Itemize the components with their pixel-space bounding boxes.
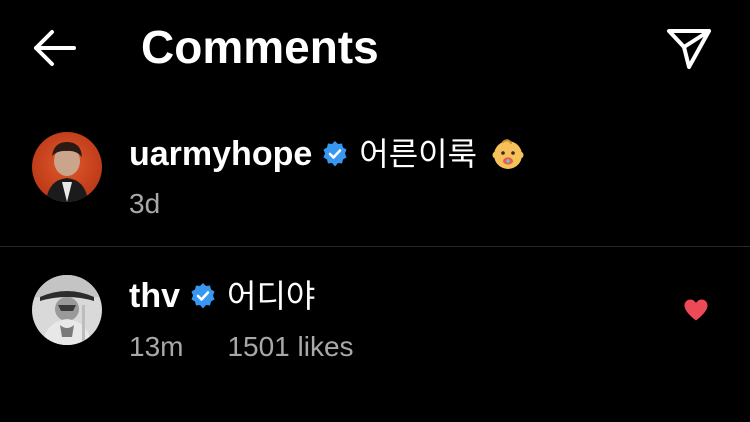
avatar-image (32, 275, 102, 345)
comment-line: uarmyhope 어른이룩 (129, 134, 525, 174)
avatar[interactable] (32, 275, 102, 345)
comment-line: thv 어디야 (129, 276, 315, 316)
back-button[interactable] (28, 26, 80, 70)
baby-face-emoji-icon (491, 137, 525, 171)
comment-timestamp: 13m (129, 331, 184, 362)
comment-meta: 3d (129, 187, 160, 221)
divider (0, 246, 750, 247)
share-button[interactable] (662, 24, 716, 72)
comment-text: 어른이룩 (359, 135, 478, 173)
comment-item: thv 어디야 13m 1501 likes (0, 248, 750, 378)
avatar[interactable] (32, 132, 102, 202)
header-bar: Comments (0, 0, 750, 100)
comment-timestamp: 3d (129, 188, 161, 219)
comment-item: uarmyhope 어른이룩 3d (0, 122, 750, 244)
likes-count[interactable]: 1501 likes (227, 330, 353, 364)
verified-badge-icon (321, 140, 349, 168)
heart-filled-icon (684, 299, 708, 321)
paper-plane-icon (667, 29, 711, 69)
arrow-left-icon (34, 30, 76, 66)
username[interactable]: thv (129, 276, 180, 316)
comments-screen: Comments uarmyhope 어른이룩 3d thv 어디야 13m 1… (0, 0, 750, 422)
verified-badge-icon (189, 282, 217, 310)
page-title: Comments (141, 21, 379, 73)
comment-meta: 13m 1501 likes (129, 330, 354, 364)
comment-text: 어디야 (227, 277, 316, 315)
like-button[interactable] (676, 292, 716, 328)
username[interactable]: uarmyhope (129, 134, 312, 174)
avatar-image (32, 132, 102, 202)
